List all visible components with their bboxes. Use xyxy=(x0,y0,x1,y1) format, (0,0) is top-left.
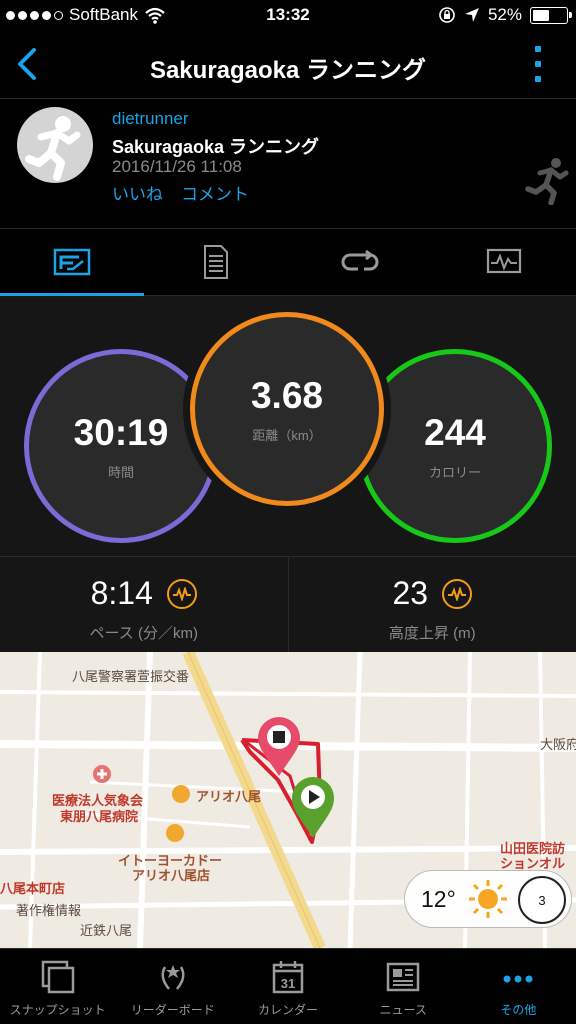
nav-snapshot-label: スナップショット xyxy=(9,1003,106,1017)
nav-leaderboard[interactable]: リーダーボード xyxy=(115,949,230,1024)
wind-speed: 3 xyxy=(538,892,546,908)
avatar[interactable] xyxy=(17,107,93,183)
location-arrow-icon xyxy=(464,8,479,22)
elevation-stat[interactable]: 23 高度上昇 (m) xyxy=(287,557,576,652)
map-label-itoyokado-2: アリオ八尾店 xyxy=(132,868,211,883)
laps-icon xyxy=(341,249,379,271)
back-chevron-icon[interactable] xyxy=(10,44,50,84)
calories-label: カロリー xyxy=(428,464,481,480)
nav-more[interactable]: その他 xyxy=(461,949,576,1024)
map-label-osaka: 大阪府 xyxy=(540,737,576,752)
calendar-icon: 31 xyxy=(272,961,304,994)
wind-icon: 3 xyxy=(518,876,566,924)
overview-icon xyxy=(53,248,91,276)
news-icon xyxy=(386,962,420,992)
temperature: 12° xyxy=(421,885,456,912)
comment-link[interactable]: コメント xyxy=(181,180,249,205)
calendar-day: 31 xyxy=(281,976,295,991)
activity-date: 2016/11/26 11:08 xyxy=(112,157,242,176)
map-label-kintetsu: 近鉄八尾 xyxy=(80,923,133,938)
runner-avatar-icon xyxy=(25,116,81,181)
page-title: Sakuragaoka ランニング xyxy=(149,57,427,84)
stats-panel: 30:19 時間 244 カロリー 3.68 距離（km） xyxy=(0,296,576,556)
rotation-lock-icon xyxy=(439,7,455,23)
distance-stat: 3.68 距離（km） xyxy=(190,312,384,506)
nav-news-label: ニュース xyxy=(379,1003,427,1017)
time-stat: 30:19 時間 xyxy=(24,349,218,543)
status-right: 52% xyxy=(438,5,572,25)
elevation-value: 23 xyxy=(392,575,429,611)
hospital-icon xyxy=(93,765,111,783)
elevation-label: 高度上昇 (m) xyxy=(388,625,476,642)
leaderboard-icon xyxy=(161,965,185,990)
weather-widget: 12° 3 xyxy=(404,870,572,928)
bottom-navigation: スナップショット リーダーボード 31 カレンダー ニュース その他 xyxy=(0,948,576,1024)
chart-icon xyxy=(486,248,522,274)
sub-stats: 8:14 ペース (分／km) 23 高度上昇 (m) xyxy=(0,556,576,652)
tab-details[interactable] xyxy=(144,229,288,295)
distance-label: 距離（km） xyxy=(252,427,322,443)
map-label-yaomoto: 八尾本町店 xyxy=(0,881,66,896)
nav-more-label: その他 xyxy=(500,1003,537,1017)
distance-value: 3.68 xyxy=(250,374,323,416)
activity-name: Sakuragaoka ランニング xyxy=(112,137,320,157)
finish-marker-icon[interactable] xyxy=(256,716,302,778)
detail-tabs xyxy=(0,228,576,296)
activity-actions: いいね コメント xyxy=(112,180,249,205)
pace-stat[interactable]: 8:14 ペース (分／km) xyxy=(0,557,288,652)
map-label-ario: アリオ八尾 xyxy=(196,789,262,804)
map-label-police: 八尾警察署萱振交番 xyxy=(72,669,190,684)
pace-chart-icon xyxy=(166,578,197,609)
battery-icon xyxy=(530,6,572,24)
map-label-copyright[interactable]: 著作権情報 xyxy=(16,900,81,919)
pace-label: ペース (分／km) xyxy=(89,625,198,642)
status-bar: SoftBank 13:32 52% xyxy=(0,0,576,32)
nav-calendar-label: カレンダー xyxy=(258,1003,319,1017)
time-value: 30:19 xyxy=(73,411,169,453)
details-icon xyxy=(204,245,228,279)
route-map[interactable]: 八尾警察署萱振交番 大阪府 医療法人気象会 東朋八尾病院 アリオ八尾 イトーヨー… xyxy=(0,652,576,948)
sun-icon xyxy=(468,880,507,918)
map-label-hospital-2: 東朋八尾病院 xyxy=(60,809,139,824)
more-options-icon[interactable] xyxy=(534,46,542,82)
calories-value: 244 xyxy=(424,411,486,453)
nav-leaderboard-label: リーダーボード xyxy=(130,1003,215,1017)
nav-calendar[interactable]: 31 カレンダー xyxy=(230,949,345,1024)
cart-icon xyxy=(166,824,184,842)
shopping-bag-icon xyxy=(172,785,190,803)
like-link[interactable]: いいね xyxy=(112,180,163,205)
tab-laps[interactable] xyxy=(288,229,432,295)
nav-snapshot[interactable]: スナップショット xyxy=(0,949,115,1024)
nav-news[interactable]: ニュース xyxy=(346,949,461,1024)
snapshot-icon xyxy=(41,960,74,994)
elevation-chart-icon xyxy=(442,578,473,609)
running-activity-icon xyxy=(525,158,569,205)
battery-percent: 52% xyxy=(487,5,522,24)
more-icon xyxy=(503,975,533,983)
pace-value: 8:14 xyxy=(90,575,153,611)
start-marker-icon[interactable] xyxy=(290,776,336,840)
calories-stat: 244 カロリー xyxy=(358,349,552,543)
tab-overview[interactable] xyxy=(0,229,144,296)
time-label: 時間 xyxy=(107,464,134,480)
user-name-link[interactable]: dietrunner xyxy=(112,109,189,129)
navigation-bar: Sakuragaoka ランニング xyxy=(0,32,576,98)
activity-header: dietrunner Sakuragaoka ランニング 2016/11/26 … xyxy=(0,98,576,228)
tab-chart[interactable] xyxy=(432,229,576,295)
